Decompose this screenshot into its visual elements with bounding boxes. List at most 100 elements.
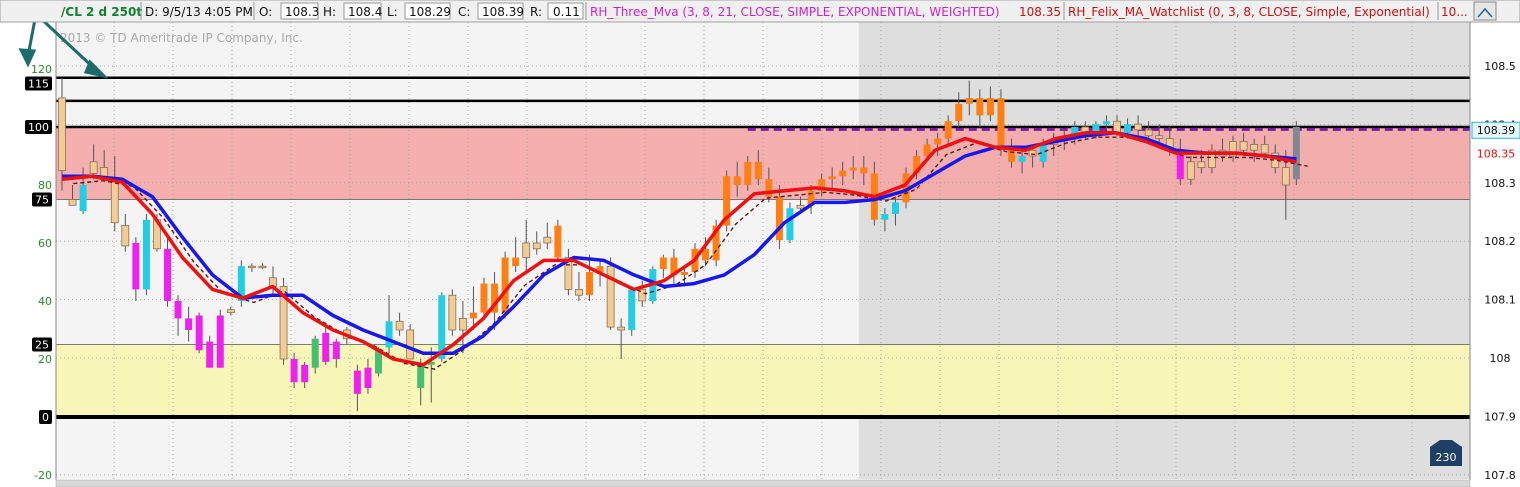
candle-body [1102,121,1110,125]
header-low-label: L: [387,5,398,19]
candle-body [311,338,319,368]
candle-body [1144,129,1153,137]
candle-body [744,161,752,185]
candle-body [142,219,150,290]
candle-body [522,242,531,258]
candle-body [860,167,868,174]
left-tick-label: -20 [34,469,52,482]
horizontal-scrollbar[interactable] [55,479,1471,487]
copyright-text: 2013 © TD Ameritrade IP Company, Inc. [60,31,303,45]
price-tag-label: 108.35 [1477,148,1516,161]
candle [279,277,288,365]
right-tick-label: 108.2 [1484,235,1516,248]
chart-svg: -20 0 2025 40 60 75 80 100 115 120 107.8 107.9 108 1… [0,0,1520,487]
header-symbol[interactable]: /CL 2 d 250t [61,5,142,19]
header-bar: /CL 2 d 250t D: 9/5/13 4:05 PM O: 108.3 … [0,0,1520,23]
candle-body [1281,167,1290,186]
candle-body [258,265,267,269]
candle-body [532,242,541,250]
left-tick-label: 20 [38,353,52,366]
candle-body [965,98,973,104]
candle-body [1018,156,1026,162]
right-tick-label: 108 [1490,352,1511,365]
candle-body [332,341,340,359]
candle-body [121,225,130,247]
candle-body [586,272,593,296]
candle-body [891,202,899,214]
candle-body [364,367,372,388]
candle-body [944,121,952,139]
candle-body [1292,127,1300,180]
candle-body [480,283,488,313]
candle-body [58,97,66,171]
candle-body [543,236,552,244]
candle-body [206,341,214,368]
candle-body [132,243,140,290]
candle-body [1134,123,1142,131]
candle [628,286,636,336]
candle-body [554,225,562,258]
header-date: D: 9/5/13 4:05 PM [145,5,253,19]
candle-body [226,309,235,314]
candle-body [406,329,415,360]
header-open-label: O: [259,5,272,19]
right-tick-label: 107.8 [1484,469,1516,482]
candle-body [195,315,203,351]
candle-body [1250,143,1259,151]
candle-body [1186,161,1195,180]
header-close-value: 108.39 [482,5,524,19]
candle-body [89,161,98,174]
candle-body [68,199,77,206]
candle-body [458,317,467,331]
header-expand-button[interactable] [1473,1,1497,21]
header-study2-name[interactable]: RH_Felix_MA_Watchlist (0, 3, 8, CLOSE, S… [1068,5,1430,19]
header-range-value: 0.11 [553,5,580,19]
candle-body [469,312,477,319]
candle-body [849,167,857,171]
candle [195,312,203,354]
candle-body [997,98,1005,151]
candle-body [417,364,425,388]
studies-badge[interactable]: 230 [1430,440,1462,466]
candle-body [775,196,783,241]
candle-body [881,214,889,220]
header-range-label: R: [530,5,542,19]
candle-body [216,315,224,368]
candle-body [1124,124,1132,133]
header-study1-name[interactable]: RH_Three_Mva (3, 8, 21, CLOSE, SIMPLE, E… [590,5,1000,19]
left-tick-label: 75 [35,194,49,207]
candle-body [448,294,457,331]
candle-body [247,265,256,269]
candle-body [659,257,667,270]
candle-body [680,272,688,275]
right-tick-label: 108.1 [1484,294,1516,307]
header-study2-value: 10... [1441,5,1468,19]
candle-body [628,289,636,330]
badge-label: 230 [1436,451,1457,464]
chart-window: -20 0 20 25 40 60 75 80 100 115 120 107.8 107.9 108 1… [0,0,1520,487]
right-tick-label: 108.3 [1484,177,1516,190]
candle-body [733,176,741,185]
candle [606,257,615,330]
candle-body [322,332,330,362]
price-tag-label: 108.39 [1477,124,1516,137]
header-high-label: H: [323,5,336,19]
overbought-zone [56,127,1470,200]
candle-body [617,326,626,331]
candle-body [754,161,762,180]
candle-body [986,98,994,116]
candle-body [934,138,942,145]
candle-body [786,208,794,241]
candle-body [395,320,404,331]
candle [1292,121,1300,185]
candle-body [796,204,805,209]
candle [216,309,224,368]
left-tick-label: 0 [42,411,49,424]
right-tick-label: 107.9 [1484,410,1516,423]
candle-body [1155,135,1164,139]
candle [142,214,150,296]
left-tick-label: 100 [28,121,49,134]
candle-body [512,257,520,267]
candle-body [839,170,847,177]
header-high-value: 108.4 [348,5,382,19]
